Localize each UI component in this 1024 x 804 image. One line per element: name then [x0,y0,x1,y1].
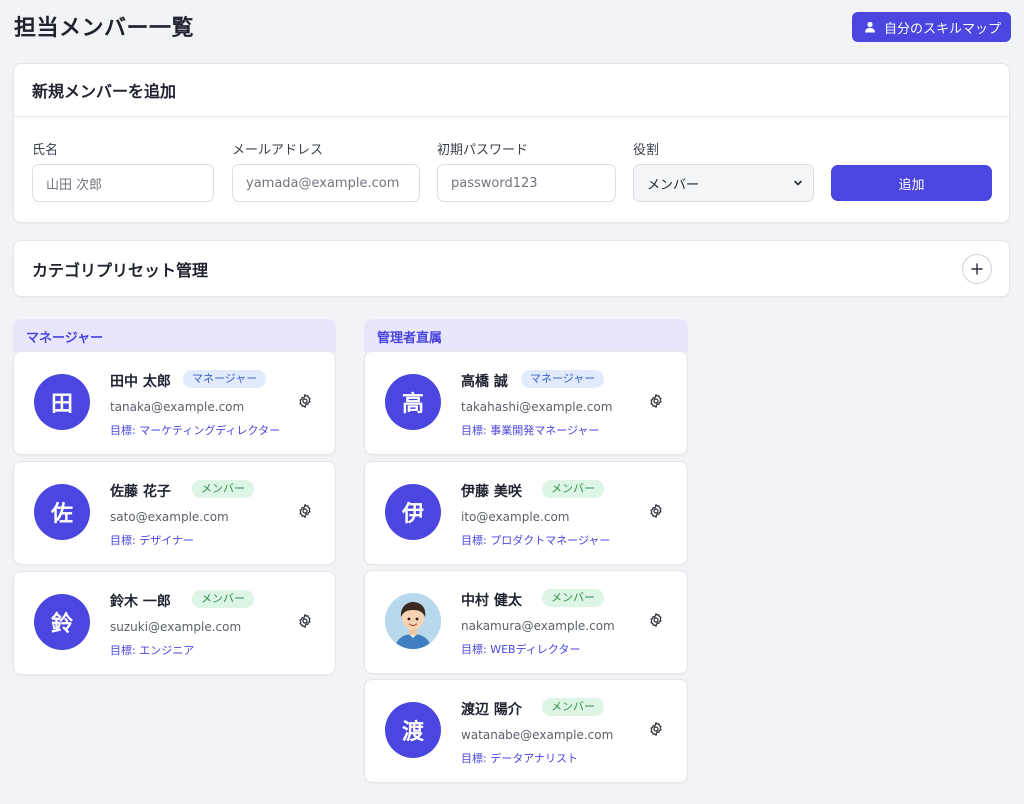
member-goal: 目標: マーケティングディレクター [110,424,281,437]
category-preset-title: カテゴリプリセット管理 [32,260,209,280]
skillmap-button[interactable]: 自分のスキルマップ [852,12,1011,42]
password-input[interactable]: password123 [437,164,616,202]
member-goal: 目標: デザイナー [110,534,194,547]
member-email: watanabe@example.com [461,728,614,742]
member-card[interactable]: 伊 伊藤 美咲 メンバー ito@example.com 目標: プロダクトマネ… [364,461,688,565]
member-card[interactable]: 渡 渡辺 陽介 メンバー watanabe@example.com 目標: デー… [364,679,688,783]
chevron-down-icon [794,180,802,186]
member-card[interactable]: 中村 健太 メンバー nakamura@example.com 目標: WEBデ… [364,570,688,674]
member-card[interactable]: 佐 佐藤 花子 メンバー sato@example.com 目標: デザイナー [13,461,336,565]
avatar: 佐 [34,484,90,540]
avatar-photo [385,593,441,649]
member-email: sato@example.com [110,510,229,524]
plus-icon [971,263,983,275]
password-label: 初期パスワード [437,143,529,158]
add-preset-button[interactable] [962,254,992,284]
member-email: nakamura@example.com [461,619,615,633]
gear-icon[interactable] [648,393,664,409]
member-card[interactable]: 鈴 鈴木 一郎 メンバー suzuki@example.com 目標: エンジニ… [13,571,336,675]
role-badge: メンバー [542,480,604,498]
gear-icon[interactable] [648,503,664,519]
name-input[interactable]: 山田 次郎 [32,164,214,202]
role-badge: マネージャー [183,370,267,388]
member-goal: 目標: WEBディレクター [461,643,581,656]
group-header-direct-reports: 管理者直属 [364,319,688,352]
member-goal: 目標: データアナリスト [461,752,578,765]
avatar: 田 [34,374,90,430]
role-selected-value: メンバー [647,177,700,193]
category-preset-card[interactable]: カテゴリプリセット管理 [13,240,1010,297]
member-card[interactable]: 高 高橋 誠 マネージャー takahashi@example.com 目標: … [364,351,688,455]
role-label: 役割 [633,143,660,158]
add-member-card: 新規メンバーを追加 氏名 山田 次郎 メールアドレス yamada@exampl… [13,63,1010,223]
member-email: tanaka@example.com [110,400,245,414]
avatar: 伊 [385,484,441,540]
member-goal: 目標: 事業開発マネージャー [461,424,600,437]
add-member-title: 新規メンバーを追加 [14,64,1009,117]
member-name: 佐藤 花子 [110,484,171,500]
member-name: 渡辺 陽介 [461,702,522,718]
member-goal: 目標: プロダクトマネージャー [461,534,611,547]
role-select[interactable]: メンバー [633,164,814,202]
member-email: suzuki@example.com [110,620,242,634]
email-label: メールアドレス [232,143,324,158]
member-name: 鈴木 一郎 [110,594,171,610]
gear-icon[interactable] [297,393,313,409]
page-title: 担当メンバー一覧 [14,16,195,41]
member-name: 高橋 誠 [461,374,508,390]
add-button[interactable]: 追加 [831,165,992,201]
role-badge: メンバー [542,589,604,607]
member-name: 伊藤 美咲 [461,484,522,500]
member-card[interactable]: 田 田中 太郎 マネージャー tanaka@example.com 目標: マー… [13,351,336,455]
member-goal: 目標: エンジニア [110,644,195,657]
avatar: 高 [385,374,441,430]
member-name: 中村 健太 [461,593,522,609]
gear-icon[interactable] [648,721,664,737]
role-badge: メンバー [192,480,254,498]
user-avatar-illustration [385,593,441,649]
role-badge: マネージャー [521,370,605,388]
skillmap-label: 自分のスキルマップ [884,21,1002,37]
gear-icon[interactable] [297,613,313,629]
role-badge: メンバー [542,698,604,716]
avatar: 鈴 [34,594,90,650]
user-icon [865,21,875,33]
member-name: 田中 太郎 [110,374,171,390]
gear-icon[interactable] [648,612,664,628]
group-header-managers: マネージャー [13,319,336,352]
member-email: takahashi@example.com [461,400,613,414]
role-badge: メンバー [192,590,254,608]
avatar: 渡 [385,702,441,758]
email-input[interactable]: yamada@example.com [232,164,420,202]
name-label: 氏名 [32,143,59,158]
gear-icon[interactable] [297,503,313,519]
member-email: ito@example.com [461,510,570,524]
